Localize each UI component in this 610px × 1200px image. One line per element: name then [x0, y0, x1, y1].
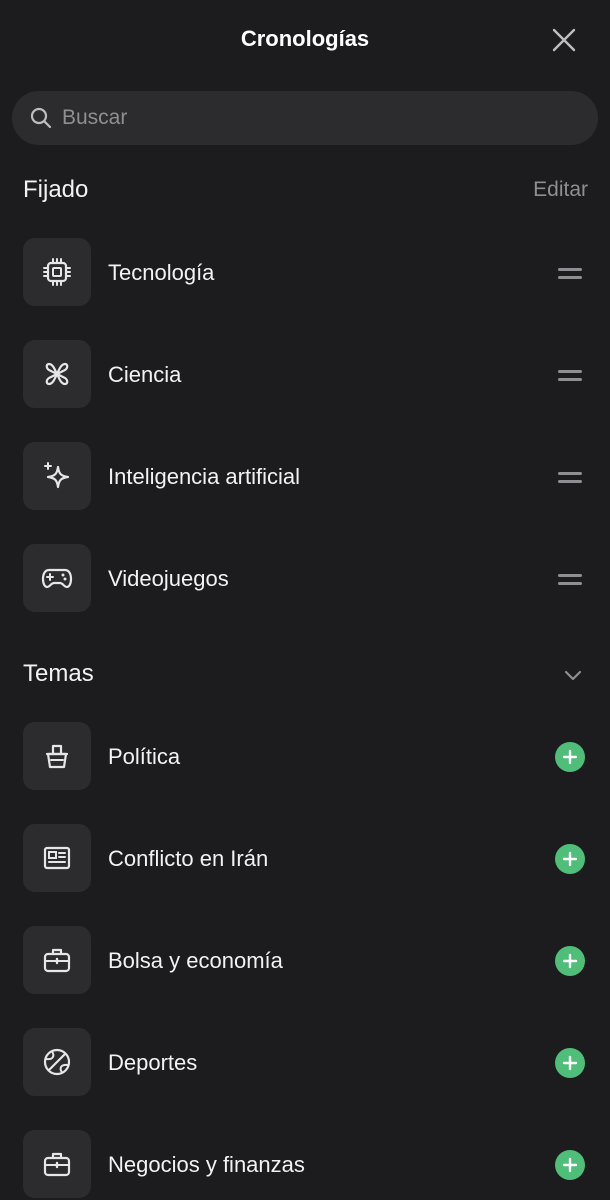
- topic-item-deportes[interactable]: Deportes: [0, 1028, 610, 1098]
- atom-icon: [45, 362, 69, 386]
- row-label: Videojuegos: [108, 566, 229, 591]
- plus-icon: [562, 953, 578, 969]
- pinned-item-videojuegos[interactable]: Videojuegos: [0, 544, 610, 614]
- pinned-item-inteligencia-artificial[interactable]: Inteligencia artificial: [0, 442, 610, 512]
- pinned-item-ciencia[interactable]: Ciencia: [0, 340, 610, 410]
- close-icon: [552, 28, 576, 52]
- row-label: Ciencia: [108, 362, 182, 387]
- gamepad-icon: [41, 568, 73, 589]
- plus-icon: [562, 1157, 578, 1173]
- row-label: Inteligencia artificial: [108, 464, 300, 489]
- add-button[interactable]: [555, 1048, 585, 1078]
- topics-section-header[interactable]: Temas: [23, 656, 588, 690]
- newspaper-icon: [43, 846, 71, 870]
- row-label: Negocios y finanzas: [108, 1152, 305, 1177]
- briefcase-icon: [43, 1152, 71, 1177]
- tile: [23, 824, 91, 892]
- drag-handle[interactable]: [556, 467, 584, 487]
- topics-section-title: Temas: [23, 660, 94, 687]
- search-bar[interactable]: [12, 91, 598, 145]
- pinned-item-tecnologia[interactable]: Tecnología: [0, 238, 610, 308]
- tile: [23, 722, 91, 790]
- topic-item-bolsa-economia[interactable]: Bolsa y economía: [0, 926, 610, 996]
- edit-button[interactable]: Editar: [533, 178, 588, 202]
- drag-handle[interactable]: [556, 365, 584, 385]
- topic-item-politica[interactable]: Política: [0, 722, 610, 792]
- row-label: Deportes: [108, 1050, 198, 1075]
- row-label: Política: [108, 744, 181, 769]
- add-button[interactable]: [555, 1150, 585, 1180]
- add-button[interactable]: [555, 742, 585, 772]
- chevron-down-icon[interactable]: [562, 664, 584, 686]
- topic-item-conflicto-iran[interactable]: Conflicto en Irán: [0, 824, 610, 894]
- tile: [23, 1028, 91, 1096]
- tile: [23, 238, 91, 306]
- search-input[interactable]: [62, 91, 582, 145]
- ball-icon: [43, 1048, 71, 1076]
- plus-icon: [562, 1055, 578, 1071]
- drag-handle[interactable]: [556, 263, 584, 283]
- topic-item-negocios-finanzas[interactable]: Negocios y finanzas: [0, 1130, 610, 1200]
- tile: [23, 1130, 91, 1198]
- tile: [23, 544, 91, 612]
- briefcase-icon: [43, 948, 71, 973]
- row-label: Bolsa y economía: [108, 948, 283, 973]
- add-button[interactable]: [555, 844, 585, 874]
- plus-icon: [562, 749, 578, 765]
- page-title: Cronologías: [240, 26, 370, 51]
- tile: [23, 926, 91, 994]
- drag-handle[interactable]: [556, 569, 584, 589]
- row-label: Tecnología: [108, 260, 215, 285]
- close-button[interactable]: [548, 24, 580, 56]
- ballot-box-icon: [45, 744, 69, 769]
- tile: [23, 340, 91, 408]
- tile: [23, 442, 91, 510]
- header: Cronologías: [0, 0, 610, 80]
- chip-icon: [43, 258, 71, 286]
- add-button[interactable]: [555, 946, 585, 976]
- search-icon: [30, 107, 52, 129]
- pinned-section-header: Fijado Editar: [23, 172, 588, 206]
- row-label: Conflicto en Irán: [108, 846, 269, 871]
- sparkle-icon: [44, 462, 70, 489]
- pinned-section-title: Fijado: [23, 176, 89, 203]
- plus-icon: [562, 851, 578, 867]
